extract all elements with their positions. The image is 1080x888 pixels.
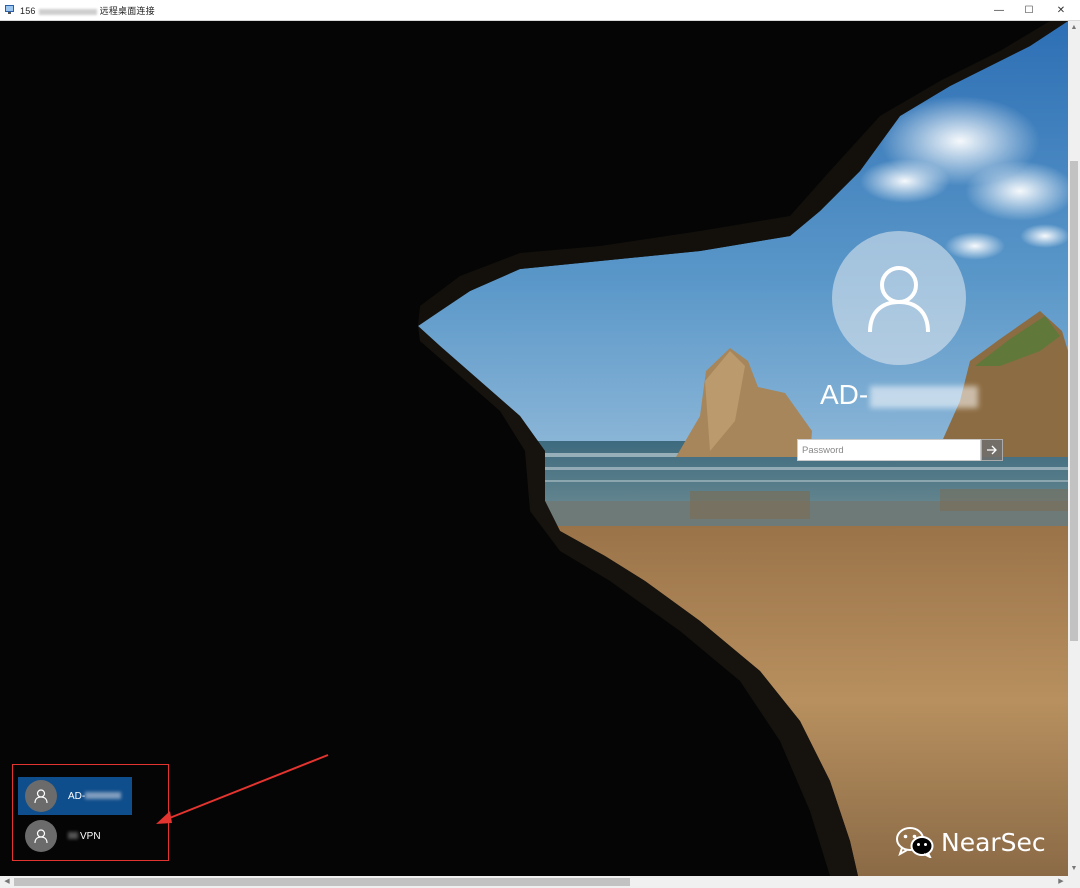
window-title: 156 远程桌面连接: [20, 4, 155, 17]
user-item-ad[interactable]: AD-: [18, 777, 132, 815]
user-icon: [34, 829, 48, 844]
user-item-vpn[interactable]: VPN: [18, 817, 132, 855]
remote-desktop-icon: [5, 5, 14, 14]
arrow-right-icon: [987, 445, 997, 455]
redacted-ip: [38, 8, 97, 15]
vertical-scrollbar[interactable]: ▲ ▼: [1068, 21, 1080, 876]
title-bar: 156 远程桌面连接 — ☐ ✕: [0, 0, 1080, 21]
scroll-right-icon[interactable]: ▶: [1054, 876, 1068, 888]
submit-button[interactable]: [981, 439, 1003, 461]
user-icon: [868, 266, 930, 333]
redacted-username: [870, 385, 979, 408]
vertical-scroll-thumb[interactable]: [1070, 161, 1078, 641]
minimize-button[interactable]: —: [984, 0, 1014, 20]
close-button[interactable]: ✕: [1046, 0, 1076, 20]
redacted-username: [68, 832, 78, 840]
watermark-text: NearSec: [941, 827, 1046, 857]
password-form: [797, 439, 1003, 461]
horizontal-scrollbar[interactable]: ◀ ▶: [0, 876, 1068, 888]
avatar: [25, 780, 57, 812]
annotation-arrow: [156, 754, 329, 824]
login-username: AD-: [820, 379, 979, 411]
user-name-vpn: VPN: [68, 831, 101, 842]
window-title-prefix: 156: [20, 6, 36, 16]
scroll-up-icon[interactable]: ▲: [1068, 21, 1080, 35]
scroll-left-icon[interactable]: ◀: [0, 876, 14, 888]
scroll-down-icon[interactable]: ▼: [1068, 862, 1080, 876]
scrollbar-corner: [1068, 876, 1080, 888]
user-icon: [34, 789, 48, 804]
maximize-button[interactable]: ☐: [1014, 0, 1044, 20]
user-name-ad: AD-: [68, 791, 122, 802]
user-switcher: AD- VPN: [12, 764, 169, 861]
redacted-username: [85, 792, 122, 800]
wechat-icon: [896, 827, 934, 858]
lock-screen: AD-: [0, 21, 1068, 876]
watermark: NearSec: [896, 826, 1046, 858]
user-avatar-large: [832, 231, 966, 365]
avatar: [25, 820, 57, 852]
window-title-suffix: 远程桌面连接: [99, 6, 155, 16]
password-field[interactable]: [797, 439, 981, 461]
horizontal-scroll-thumb[interactable]: [14, 878, 630, 886]
